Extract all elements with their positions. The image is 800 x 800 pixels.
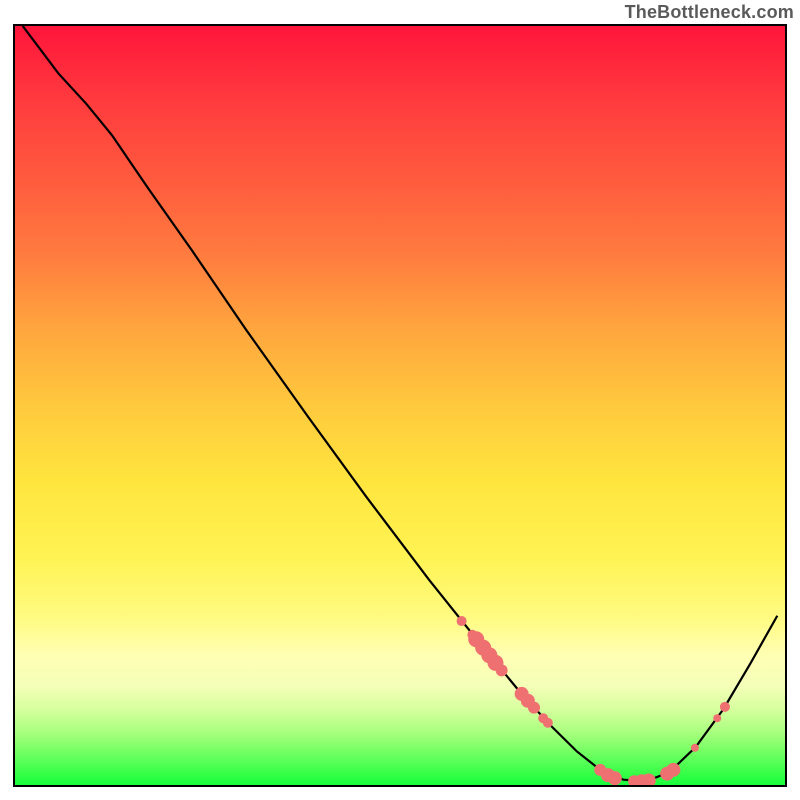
curve-marker (496, 664, 508, 676)
curve-layer (15, 26, 785, 785)
curve-marker (528, 702, 540, 714)
curve-marker (720, 702, 730, 712)
curve-marker (713, 714, 721, 722)
chart-frame: TheBottleneck.com (0, 0, 800, 800)
curve-marker (608, 771, 622, 785)
bottleneck-curve (23, 26, 778, 781)
attribution-text: TheBottleneck.com (625, 2, 794, 23)
plot-area (13, 24, 787, 787)
curve-marker (457, 616, 467, 626)
curve-marker (691, 744, 699, 752)
curve-marker (543, 718, 553, 728)
curve-marker (666, 763, 680, 777)
curve-markers (457, 616, 730, 785)
